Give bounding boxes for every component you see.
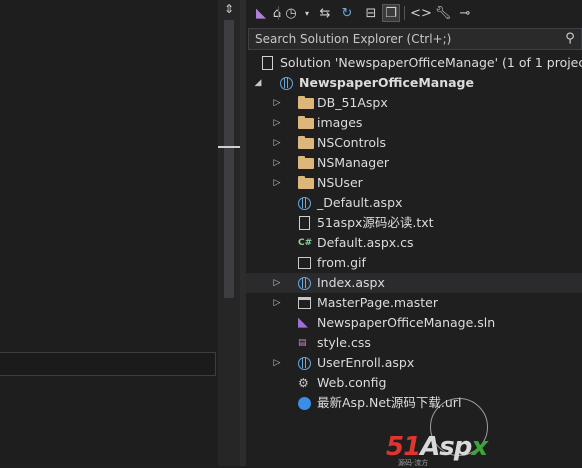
tree-item-label: MasterPage.master [317,295,439,310]
csharp-file-icon: C# [298,238,313,248]
tree-item-file[interactable]: 51aspx源码必读.txt [246,213,582,233]
search-icon[interactable]: ⚲ [561,30,579,48]
tree-item-label: NSControls [317,135,386,150]
tree-item-label: Web.config [317,375,387,390]
sync-icon[interactable]: ⇆ [316,4,334,22]
tree-item-folder[interactable]: ▷ NSControls [246,133,582,153]
collapsed-arrow-icon[interactable]: ▷ [271,293,283,313]
collapsed-arrow-icon[interactable]: ▷ [271,113,283,133]
collapse-all-icon[interactable]: ⊟ [362,4,380,22]
search-box[interactable]: Search Solution Explorer (Ctrl+;) ⚲ [248,28,582,50]
config-file-icon: ⚙ [298,376,309,390]
folder-icon [298,156,314,169]
tree-item-label: images [317,115,363,130]
solution-icon [262,56,273,70]
tree-item-solution[interactable]: Solution 'NewspaperOfficeManage' (1 of 1… [246,53,582,73]
web-form-icon [298,357,311,370]
tree-item-label: UserEnroll.aspx [317,355,415,370]
tree-item-label: NSUser [317,175,363,190]
toolbar-separator [278,6,279,20]
tree-item-label: 51aspx源码必读.txt [317,215,434,230]
output-input-box[interactable] [0,352,216,376]
text-file-icon [299,216,310,230]
tree-item-label: NewspaperOfficeManage [299,75,474,90]
tree-item-folder[interactable]: ▷ images [246,113,582,133]
folder-icon [298,176,314,189]
tree-item-label: Default.aspx.cs [317,235,414,250]
split-arrows-icon[interactable]: ⇕ [222,2,236,16]
show-all-files-icon[interactable]: ❐ [382,4,400,22]
tree-item-file[interactable]: ▷ MasterPage.master [246,293,582,313]
master-page-icon [298,297,311,309]
vertical-scrollbar[interactable]: ⇕ [218,0,240,466]
folder-icon [298,136,314,149]
tree-item-label: DB_51Aspx [317,95,388,110]
css-file-icon: ▤ [298,338,307,348]
scrollbar-track[interactable] [224,20,234,298]
wrench-icon[interactable]: 🔧︎ [434,4,452,22]
editor-pane [0,0,218,466]
tree-item-folder[interactable]: ▷ DB_51Aspx [246,93,582,113]
tree-item-label: NSManager [317,155,390,170]
tree-item-label: NewspaperOfficeManage.sln [317,315,496,330]
solution-explorer-toolbar: ◣ ⌂ ◷ ▾ ⇆ ↻ ⊟ ❐ <> 🔧︎ ⊸ [246,0,582,26]
collapsed-arrow-icon[interactable]: ▷ [271,273,283,293]
web-form-icon [298,197,311,210]
tree-item-file[interactable]: ⚙ Web.config [246,373,582,393]
tree-item-label: _Default.aspx [317,195,403,210]
refresh-icon[interactable]: ↻ [338,4,356,22]
tree-item-label: Solution 'NewspaperOfficeManage' (1 of 1… [280,55,582,70]
scroll-position-marker [218,146,240,148]
collapsed-arrow-icon[interactable]: ▷ [271,353,283,373]
web-form-icon [298,277,311,290]
tree-item-file[interactable]: ▷ Index.aspx [246,273,582,293]
image-file-icon [298,257,311,269]
folder-icon [298,96,314,109]
code-icon[interactable]: <> [410,4,432,22]
collapsed-arrow-icon[interactable]: ▷ [271,173,283,193]
search-input[interactable]: Search Solution Explorer (Ctrl+;) [255,32,451,46]
preview-icon[interactable]: ⊸ [456,4,474,22]
tree-item-label: style.css [317,335,371,350]
tree-item-label: from.gif [317,255,366,270]
toolbar-separator [404,6,405,20]
web-project-icon [280,77,293,90]
tree-item-project[interactable]: ◢ NewspaperOfficeManage [246,73,582,93]
tree-item-file[interactable]: _Default.aspx [246,193,582,213]
expanded-arrow-icon[interactable]: ◢ [252,73,264,93]
folder-icon [298,116,314,129]
collapsed-arrow-icon[interactable]: ▷ [271,133,283,153]
tree-item-file[interactable]: from.gif [246,253,582,273]
tree-item-folder[interactable]: ▷ NSManager [246,153,582,173]
tree-item-file[interactable]: ◣ NewspaperOfficeManage.sln [246,313,582,333]
tree-item-label: Index.aspx [317,275,385,290]
solution-file-icon: ◣ [298,315,308,330]
solution-explorer: ◣ ⌂ ◷ ▾ ⇆ ↻ ⊟ ❐ <> 🔧︎ ⊸ Search Solution … [246,0,582,466]
tree-item-file[interactable]: ▤ style.css [246,333,582,353]
tree-item-folder[interactable]: ▷ NSUser [246,173,582,193]
chevron-down-icon[interactable]: ▾ [298,4,316,22]
tree-item-file[interactable]: ▷ UserEnroll.aspx [246,353,582,373]
tree-item-file[interactable]: C# Default.aspx.cs [246,233,582,253]
collapsed-arrow-icon[interactable]: ▷ [271,153,283,173]
url-file-icon [298,397,311,410]
collapsed-arrow-icon[interactable]: ▷ [271,93,283,113]
watermark-x: x [471,432,488,462]
watermark-subtitle: 源码·流方 [398,459,429,467]
tree-item-file[interactable]: 最新Asp.Net源码下载.url [246,393,582,413]
